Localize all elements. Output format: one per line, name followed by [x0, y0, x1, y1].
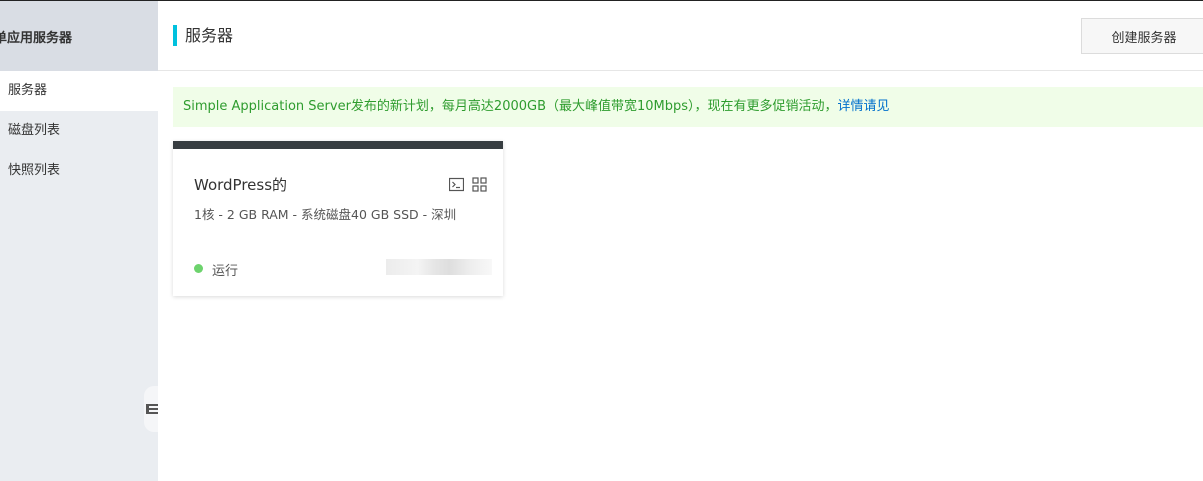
sidebar-item-snapshots[interactable]: 快照列表 — [0, 151, 158, 191]
server-card[interactable]: WordPress的 1核 - 2 GB RAM - 系统磁盘40 GB SSD… — [173, 141, 503, 296]
sidebar-item-label: 快照列表 — [8, 163, 61, 178]
sidebar-header: 单应用服务器 — [0, 1, 158, 71]
sidebar-item-disks[interactable]: 磁盘列表 — [0, 111, 158, 151]
redacted-ip — [386, 259, 492, 275]
server-spec: 1核 - 2 GB RAM - 系统磁盘40 GB SSD - 深圳 — [194, 207, 457, 222]
notice-details-link[interactable]: 详情请见 — [838, 99, 890, 114]
main-content: 服务器 创建服务器 Simple Application Server发布的新计… — [158, 1, 1203, 481]
app-frame: 单应用服务器 服务器 磁盘列表 快照列表 服务器 创建服务器 Simple Ap… — [0, 0, 1203, 481]
terminal-icon[interactable] — [448, 177, 465, 192]
notice-text: Simple Application Server发布的新计划，每月高达2000… — [183, 99, 838, 114]
promo-notice: Simple Application Server发布的新计划，每月高达2000… — [173, 87, 1203, 127]
page-title: 服务器 — [185, 26, 234, 45]
sidebar-title: 单应用服务器 — [0, 30, 73, 46]
collapse-menu-icon — [146, 403, 158, 415]
sidebar-item-label: 服务器 — [8, 83, 48, 98]
sidebar-item-servers[interactable]: 服务器 — [0, 71, 158, 111]
sidebar: 单应用服务器 服务器 磁盘列表 快照列表 — [0, 1, 160, 481]
title-accent-bar — [173, 25, 177, 46]
create-server-button[interactable]: 创建服务器 — [1081, 18, 1203, 54]
card-actions — [448, 177, 487, 192]
server-name[interactable]: WordPress的 — [194, 174, 287, 195]
server-status: 运行 — [212, 264, 239, 279]
grid-icon[interactable] — [472, 177, 487, 192]
sidebar-item-label: 磁盘列表 — [8, 123, 61, 138]
page-header: 服务器 创建服务器 — [158, 1, 1203, 71]
card-top-bar — [173, 141, 503, 149]
status-indicator — [194, 264, 203, 273]
